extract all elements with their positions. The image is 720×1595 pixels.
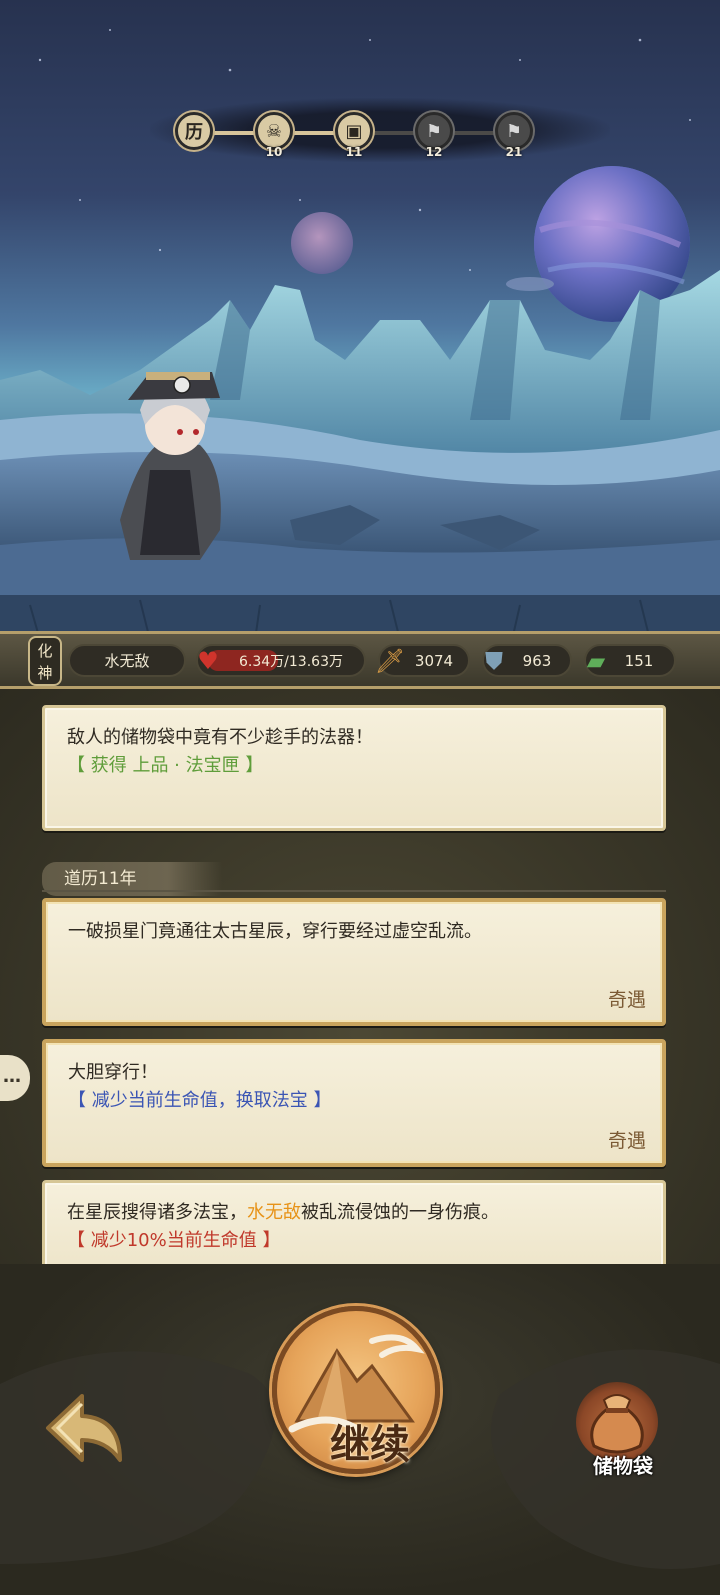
mystery-icon: ⚑ [505, 120, 523, 142]
event-tag: 奇遇 [607, 989, 646, 1011]
log-entry: 敌人的储物袋中竟有不少趁手的法器！ 【 获得 上品 · 法宝匣 】 [42, 705, 666, 831]
boot-icon: ▰ [586, 647, 606, 675]
status-bar: 化 神 水无敌 ♥ 6.34万/13.63万 🗡 3074 ⛊ 963 ▰ 15… [0, 631, 720, 689]
skull-icon: ☠ [265, 120, 283, 142]
log-entry-text: 大胆穿行！ [68, 1062, 158, 1083]
realm-label: 化 [37, 642, 53, 660]
route-node-number: 11 [345, 145, 363, 159]
mystery-icon: ⚑ [425, 120, 443, 142]
chest-icon: ▣ [345, 120, 363, 142]
player-name-pill: 水无敌 [68, 644, 186, 677]
back-button[interactable] [44, 1390, 128, 1468]
continue-label[interactable]: 继续 [305, 1412, 435, 1470]
back-arrow-icon [46, 1394, 122, 1462]
route-node-number: 10 [265, 145, 283, 159]
player-name: 水无敌 [104, 652, 150, 670]
year-divider [42, 890, 666, 892]
log-entry-reward: 【 获得 上品 · 法宝匣 】 [67, 755, 264, 776]
route-node-number: 21 [505, 145, 523, 159]
log-entry-choice: 大胆穿行！ 【 减少当前生命值，换取法宝 】 奇遇 [42, 1039, 666, 1167]
defense-pill: ⛊ 963 [482, 644, 572, 677]
realm-label: 神 [37, 664, 53, 682]
hp-pill: ♥ 6.34万/13.63万 [196, 644, 366, 677]
log-entry: 一破损星门竟通往太古星辰，穿行要经过虚空乱流。 奇遇 [42, 898, 666, 1026]
log-entry-effect: 【 减少当前生命值，换取法宝 】 [68, 1090, 332, 1111]
history-icon: 历 [185, 122, 203, 143]
attack-pill: 🗡 3074 [375, 644, 470, 677]
hp-value: 6.34万/13.63万 [239, 653, 343, 670]
route-node-number: 12 [425, 145, 443, 159]
route-node-start: 历 [175, 112, 213, 150]
shield-icon: ⛊ [485, 647, 503, 675]
log-entry-text: 一破损星门竟通往太古星辰，穿行要经过虚空乱流。 [68, 921, 482, 942]
game-scene: 历 ☠ 10 ▣ 11 ⚑ 12 ⚑ 21 [0, 0, 720, 650]
route-track-backdrop [150, 98, 610, 162]
log-entry-text: 敌人的储物袋中竟有不少趁手的法器！ [67, 727, 373, 748]
speed-pill: ▰ 151 [584, 644, 676, 677]
log-entry-text: 在星辰搜得诸多法宝，水无敌被乱流侵蚀的一身伤痕。 [67, 1202, 499, 1223]
storage-bag-label[interactable]: 储物袋 [575, 1450, 671, 1479]
log-entry: 在星辰搜得诸多法宝，水无敌被乱流侵蚀的一身伤痕。 【 减少10%当前生命值 】 [42, 1180, 666, 1264]
speed-value: 151 [624, 651, 654, 670]
event-tag: 奇遇 [607, 1130, 646, 1152]
event-log[interactable]: 敌人的储物袋中竟有不少趁手的法器！ 【 获得 上品 · 法宝匣 】 道历11年 … [0, 689, 720, 1264]
sword-icon: 🗡 [374, 647, 406, 675]
realm-badge: 化 神 [28, 636, 62, 686]
player-name-highlight: 水无敌 [247, 1202, 301, 1223]
log-entry-effect: 【 减少10%当前生命值 】 [67, 1230, 281, 1251]
